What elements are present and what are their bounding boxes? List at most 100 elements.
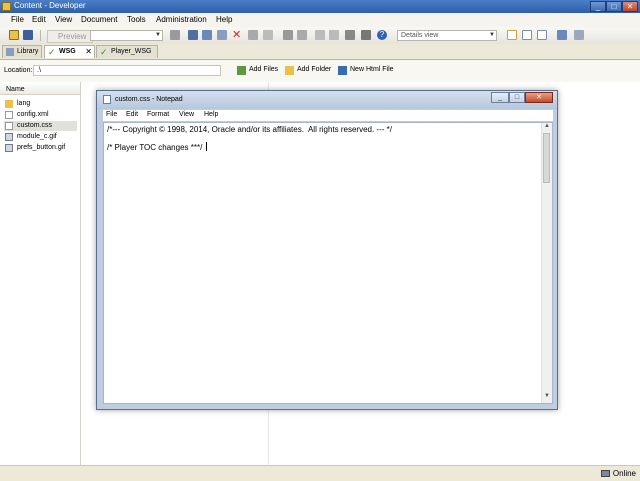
menu-tools[interactable]: Tools bbox=[127, 15, 146, 24]
status-label: Online bbox=[612, 469, 636, 478]
details-view-icon[interactable] bbox=[507, 30, 517, 40]
location-label: Location: bbox=[4, 67, 33, 74]
list-item[interactable]: lang bbox=[4, 99, 30, 109]
text-caret bbox=[205, 142, 207, 151]
notepad-vertical-scrollbar[interactable]: ▲ ▼ bbox=[541, 123, 552, 403]
scroll-up-icon[interactable]: ▲ bbox=[542, 123, 552, 133]
menu-help[interactable]: Help bbox=[216, 15, 232, 24]
list-item[interactable]: custom.css bbox=[4, 121, 77, 131]
scroll-thumb[interactable] bbox=[543, 133, 550, 183]
check-icon: ✓ bbox=[100, 47, 108, 57]
delete-icon[interactable]: ✕ bbox=[232, 30, 242, 41]
toolbar-separator bbox=[40, 30, 41, 41]
location-input[interactable]: .\ bbox=[33, 65, 221, 76]
list-item[interactable]: module_c.gif bbox=[4, 132, 57, 142]
notepad-minimize-button[interactable]: _ bbox=[491, 92, 509, 103]
copy-icon[interactable] bbox=[202, 30, 212, 40]
notepad-menu-view[interactable]: View bbox=[179, 111, 194, 118]
redo-icon[interactable] bbox=[297, 30, 307, 40]
cut-icon[interactable] bbox=[188, 30, 198, 40]
name-column-header[interactable]: Name bbox=[0, 82, 80, 95]
undo-icon[interactable] bbox=[283, 30, 293, 40]
close-button[interactable]: ✕ bbox=[622, 1, 638, 12]
menu-document[interactable]: Document bbox=[81, 15, 117, 24]
menu-edit[interactable]: Edit bbox=[32, 15, 46, 24]
image-file-icon bbox=[5, 144, 13, 152]
chevron-down-icon: ▼ bbox=[489, 32, 495, 38]
tab-wsg[interactable]: ✓ WSG ✕ bbox=[44, 45, 95, 58]
save-icon[interactable] bbox=[23, 30, 33, 40]
help-icon[interactable]: ? bbox=[377, 30, 387, 40]
new-html-label: New Html File bbox=[350, 66, 394, 73]
indent-icon[interactable] bbox=[329, 30, 339, 40]
paste-icon[interactable] bbox=[217, 30, 227, 40]
statusbar: Online bbox=[0, 465, 640, 481]
preview-button[interactable]: Preview bbox=[47, 30, 94, 43]
toolbar: Preview ▼ ✕ ? Details view ▼ bbox=[0, 27, 640, 45]
notepad-close-button[interactable]: ✕ bbox=[525, 92, 553, 103]
add-files-button[interactable]: Add Files bbox=[237, 66, 278, 75]
new-icon[interactable] bbox=[9, 30, 19, 40]
notepad-menu-file[interactable]: File bbox=[106, 111, 117, 118]
text-line-1: /*--- Copyright © 1998, 2014, Oracle and… bbox=[107, 125, 392, 134]
file-icon bbox=[5, 111, 13, 119]
rename-icon[interactable] bbox=[248, 30, 258, 40]
refresh-icon[interactable] bbox=[170, 30, 180, 40]
status-online: Online bbox=[600, 469, 636, 478]
tab-library[interactable]: Library bbox=[2, 45, 42, 58]
list-view-icon[interactable] bbox=[522, 30, 532, 40]
filter-icon[interactable] bbox=[361, 30, 371, 40]
chevron-down-icon: ▼ bbox=[155, 32, 161, 38]
tab-player-wsg[interactable]: ✓ Player_WSG bbox=[96, 45, 158, 58]
notepad-titlebar[interactable]: custom.css - Notepad _ □ ✕ bbox=[97, 91, 557, 109]
menu-administration[interactable]: Administration bbox=[156, 15, 207, 24]
notepad-window: custom.css - Notepad _ □ ✕ File Edit For… bbox=[96, 90, 558, 410]
add-folder-label: Add Folder bbox=[297, 66, 332, 73]
app-titlebar: Content - Developer _ □ ✕ bbox=[0, 0, 640, 13]
notepad-icon bbox=[103, 95, 111, 104]
view-combo-value: Details view bbox=[401, 32, 439, 39]
text-line-2-content: /* Player TOC changes ***/ bbox=[107, 143, 205, 152]
text-line-2: /* Player TOC changes ***/ bbox=[107, 142, 207, 152]
notepad-menu-edit[interactable]: Edit bbox=[126, 111, 138, 118]
maximize-button[interactable]: □ bbox=[606, 1, 622, 12]
close-tab-icon[interactable]: ✕ bbox=[85, 46, 92, 58]
item-name: lang bbox=[17, 100, 31, 107]
image-file-icon bbox=[5, 133, 13, 141]
find-icon[interactable] bbox=[345, 30, 355, 40]
outline-combo[interactable]: ▼ bbox=[90, 30, 163, 41]
item-name: config.xml bbox=[17, 111, 49, 118]
notepad-text-area[interactable]: /*--- Copyright © 1998, 2014, Oracle and… bbox=[103, 122, 553, 404]
item-name: custom.css bbox=[17, 122, 53, 129]
list-item[interactable]: config.xml bbox=[4, 110, 49, 120]
notepad-maximize-button[interactable]: □ bbox=[509, 92, 525, 103]
publish-icon[interactable] bbox=[557, 30, 567, 40]
minimize-button[interactable]: _ bbox=[590, 1, 606, 12]
app-icon bbox=[2, 2, 11, 11]
add-folder-button[interactable]: Add Folder bbox=[285, 66, 332, 75]
add-folder-icon bbox=[285, 66, 294, 75]
library-icon bbox=[6, 48, 14, 56]
new-html-file-button[interactable]: New Html File bbox=[338, 66, 394, 75]
notepad-menu-help[interactable]: Help bbox=[204, 111, 218, 118]
scroll-down-icon[interactable]: ▼ bbox=[542, 393, 552, 403]
file-panel: Name lang config.xml custom.css module_c… bbox=[0, 82, 81, 465]
item-name: prefs_button.gif bbox=[17, 144, 66, 151]
notepad-menu-format[interactable]: Format bbox=[147, 111, 169, 118]
network-icon bbox=[600, 470, 610, 477]
check-icon: ✓ bbox=[48, 47, 56, 57]
menu-file[interactable]: File bbox=[11, 15, 24, 24]
properties-icon[interactable] bbox=[263, 30, 273, 40]
sync-icon[interactable] bbox=[574, 30, 584, 40]
menu-view[interactable]: View bbox=[55, 15, 72, 24]
file-icon bbox=[5, 122, 13, 130]
folder-icon bbox=[5, 100, 13, 108]
list-item[interactable]: prefs_button.gif bbox=[4, 143, 65, 153]
split-view-icon[interactable] bbox=[537, 30, 547, 40]
add-files-icon bbox=[237, 66, 246, 75]
tab-label: Player_WSG bbox=[111, 48, 152, 55]
app-title: Content - Developer bbox=[14, 1, 86, 10]
outdent-icon[interactable] bbox=[315, 30, 325, 40]
view-combo[interactable]: Details view ▼ bbox=[397, 30, 497, 41]
tab-label: Library bbox=[17, 48, 39, 55]
